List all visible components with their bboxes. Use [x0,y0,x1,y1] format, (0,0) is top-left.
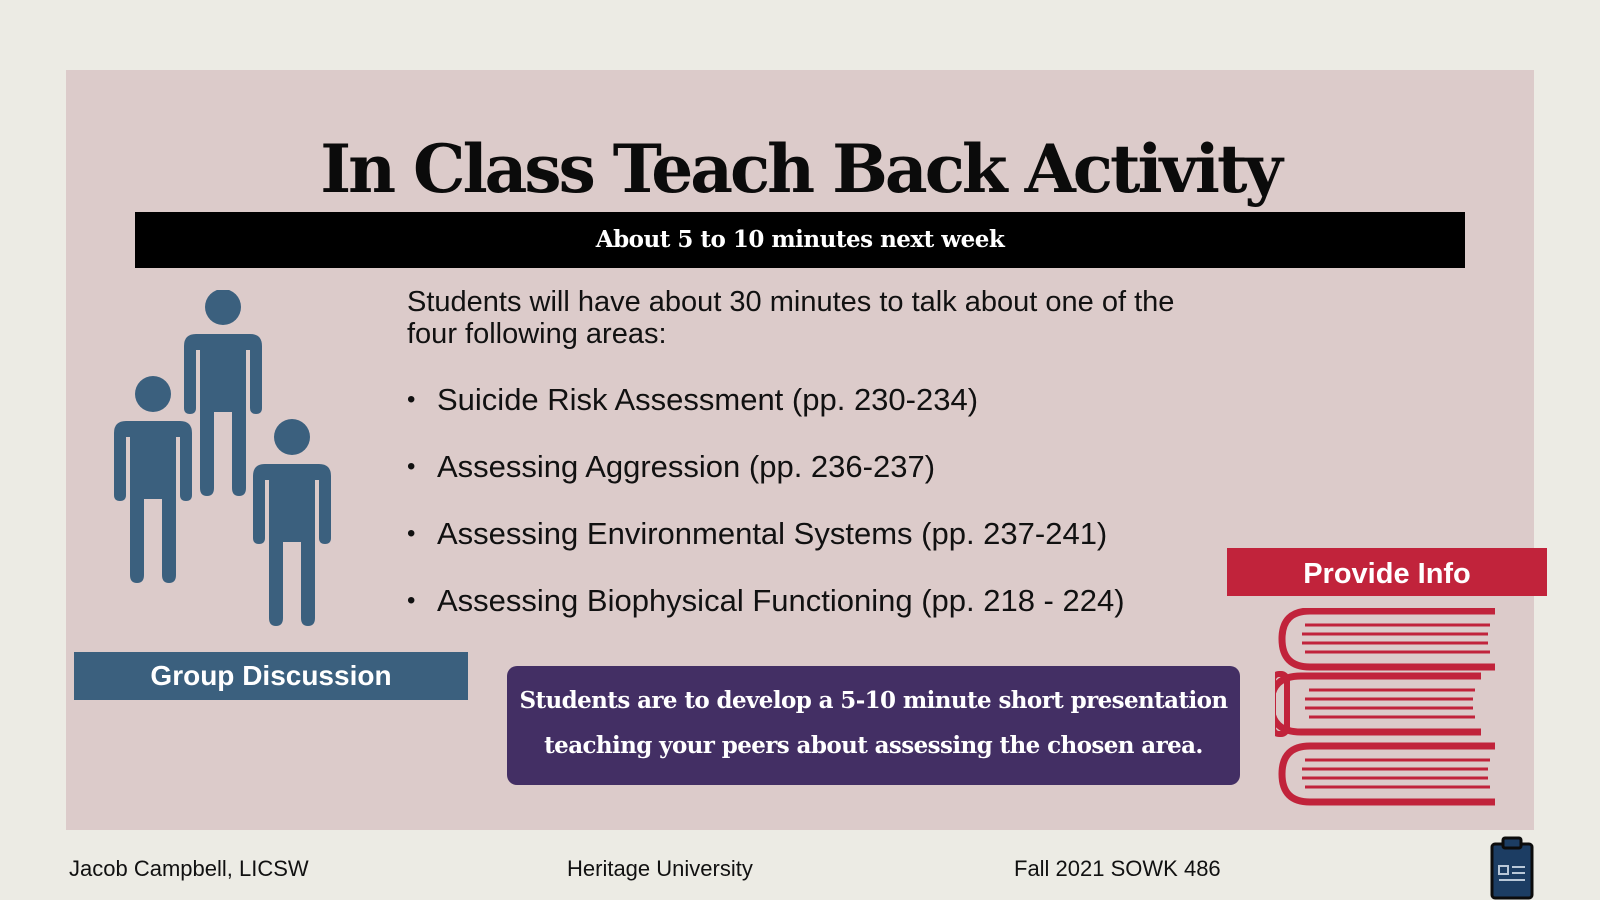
subtitle-bar: About 5 to 10 minutes next week [135,212,1465,268]
task-line-2: teaching your peers about assessing the … [544,732,1203,759]
provide-info-label: Provide Info [1227,548,1547,596]
clipboard-icon [1490,836,1534,900]
footer-course: Fall 2021 SOWK 486 [1014,856,1221,881]
area-item-biophysical: Assessing Biophysical Functioning (pp. 2… [407,579,1125,646]
people-group-icon [114,290,331,626]
intro-text: Students will have about 30 minutes to t… [407,286,1175,350]
task-line-1: Students are to develop a 5-10 minute sh… [519,687,1229,714]
slide-title: In Class Teach Back Activity [320,130,1283,208]
area-item-suicide-risk: Suicide Risk Assessment (pp. 230-234) [407,378,1125,445]
footer-author: Jacob Campbell, LICSW [69,856,309,881]
task-callout: Students are to develop a 5-10 minute sh… [507,666,1240,785]
book-stack-icon [1275,608,1495,806]
group-discussion-label: Group Discussion [74,652,468,700]
areas-list: Suicide Risk Assessment (pp. 230-234) As… [407,378,1125,646]
footer-institution: Heritage University [567,856,753,881]
area-item-environmental: Assessing Environmental Systems (pp. 237… [407,512,1125,579]
area-item-aggression: Assessing Aggression (pp. 236-237) [407,445,1125,512]
